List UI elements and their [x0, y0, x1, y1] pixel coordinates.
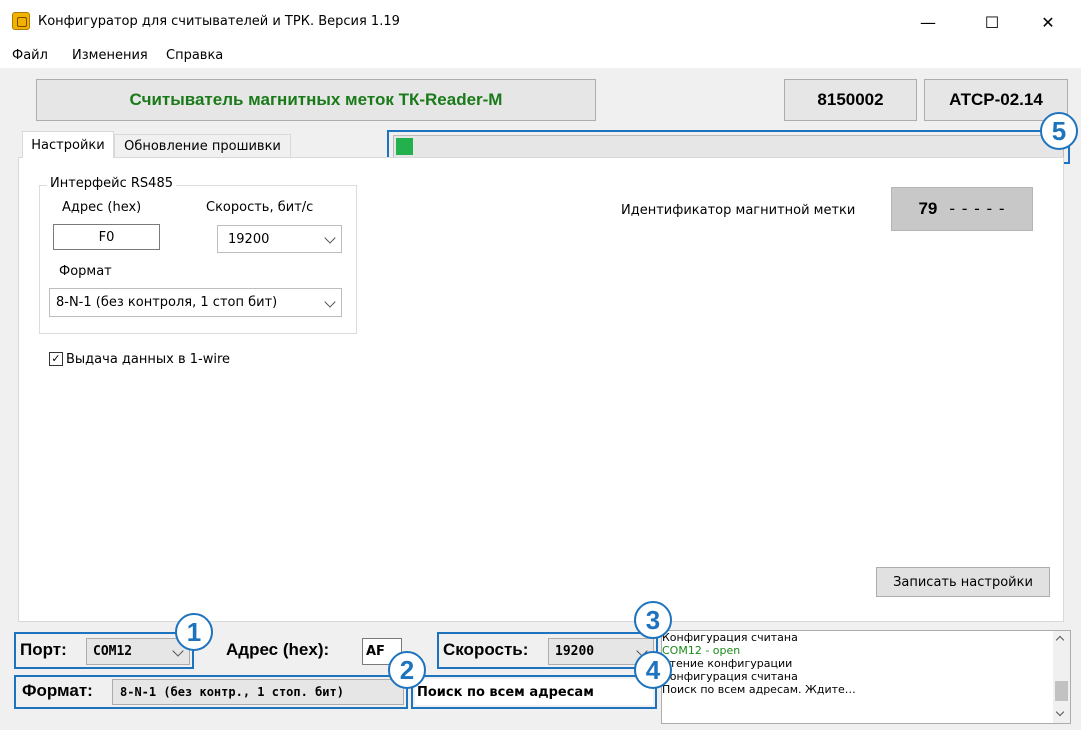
- onewire-label: Выдача данных в 1-wire: [66, 352, 231, 367]
- maximize-button[interactable]: ☐: [969, 8, 1015, 36]
- menu-bar: Файл Изменения Справка: [0, 44, 1081, 68]
- bottom-format-label: Формат:: [22, 681, 93, 700]
- model-button[interactable]: АТСР-02.14: [924, 79, 1068, 121]
- tag-id-label: Идентификатор магнитной метки: [621, 203, 856, 218]
- rs485-group-title: Интерфейс RS485: [47, 176, 176, 191]
- device-name-button[interactable]: Считыватель магнитных меток ТК-Reader-M: [36, 79, 596, 121]
- progress-fill: [396, 138, 413, 155]
- port-select[interactable]: COM12: [86, 638, 190, 665]
- app-icon: [12, 12, 30, 30]
- bottom-format-select[interactable]: 8-N-1 (без контр., 1 стоп. бит): [112, 679, 404, 705]
- search-mode-button[interactable]: Поиск по всем адресам: [415, 679, 653, 705]
- chevron-down-icon: [324, 232, 336, 244]
- log-scrollbar[interactable]: [1053, 631, 1070, 723]
- menu-help[interactable]: Справка: [166, 48, 223, 63]
- speed-label: Скорость, бит/с: [206, 200, 314, 215]
- address-input[interactable]: F0: [53, 224, 160, 250]
- progress-bar: [393, 135, 1064, 158]
- onewire-checkbox[interactable]: ✓: [49, 352, 63, 366]
- format-select-value: 8-N-1 (без контроля, 1 стоп бит): [56, 295, 278, 310]
- close-button[interactable]: ✕: [1025, 8, 1071, 36]
- port-select-value: COM12: [93, 644, 133, 659]
- scroll-down-icon[interactable]: [1055, 707, 1065, 717]
- callout-5: 5: [1040, 112, 1078, 150]
- callout-1: 1: [175, 613, 213, 651]
- port-label: Порт:: [20, 640, 67, 659]
- speed-select[interactable]: 19200: [217, 225, 342, 253]
- settings-panel: Интерфейс RS485 Адрес (hex) Скорость, би…: [18, 157, 1064, 622]
- address-label: Адрес (hex): [62, 200, 142, 215]
- callout-4: 4: [634, 651, 672, 689]
- chevron-down-icon: [324, 295, 336, 308]
- menu-file[interactable]: Файл: [12, 48, 48, 63]
- write-settings-button[interactable]: Записать настройки: [876, 567, 1050, 597]
- log-line: Конфигурация считана: [662, 631, 798, 644]
- bottom-speed-value: 19200: [555, 644, 595, 659]
- log-line: Конфигурация считана: [662, 670, 798, 683]
- tab-settings[interactable]: Настройки: [22, 131, 114, 158]
- bottom-address-label: Адрес (hex):: [226, 640, 330, 659]
- callout-3: 3: [634, 601, 672, 639]
- log-line: Поиск по всем адресам. Ждите…: [662, 683, 856, 696]
- log-box: Конфигурация считана COM12 - open Чтение…: [661, 630, 1071, 724]
- menu-edit[interactable]: Изменения: [72, 48, 148, 63]
- format-select[interactable]: 8-N-1 (без контроля, 1 стоп бит): [49, 288, 342, 317]
- scroll-thumb[interactable]: [1055, 681, 1068, 701]
- log-line: COM12 - open: [662, 644, 741, 657]
- tag-id-value: 79: [918, 199, 938, 218]
- minimize-button[interactable]: —: [905, 8, 951, 36]
- bottom-speed-label: Скорость:: [443, 640, 529, 659]
- serial-number-button[interactable]: 8150002: [784, 79, 917, 121]
- callout-2: 2: [388, 651, 426, 689]
- log-line: Чтение конфигурации: [662, 657, 793, 670]
- speed-select-value: 19200: [228, 231, 270, 247]
- title-bar: Конфигуратор для считывателей и ТРК. Вер…: [0, 0, 1081, 44]
- scroll-up-icon[interactable]: [1055, 635, 1065, 645]
- format-label: Формат: [59, 264, 112, 279]
- tab-firmware-update[interactable]: Обновление прошивки: [114, 134, 291, 158]
- tag-id-display: 79 - - - - -: [891, 187, 1033, 231]
- device-name-label: Считыватель магнитных меток ТК-Reader-M: [129, 90, 503, 109]
- tag-id-placeholder: - - - - -: [949, 199, 1006, 218]
- window-title: Конфигуратор для считывателей и ТРК. Вер…: [38, 14, 400, 29]
